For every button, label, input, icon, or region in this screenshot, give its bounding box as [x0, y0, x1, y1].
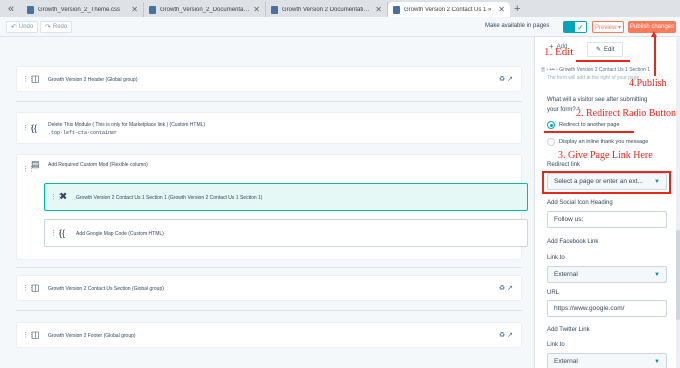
browser-tab[interactable]: Growth_Version_2_Theme.css ✕: [22, 2, 144, 17]
browser-tab[interactable]: Growth Version 2 Documentation ... ✕: [266, 2, 388, 17]
module-label: Add Required Custom Mod (Flexible column…: [48, 162, 148, 168]
url-value: https://www.google.com/: [554, 305, 625, 312]
annotation-underline: [544, 131, 634, 133]
facebook-link-label: Add Facebook Link: [547, 239, 599, 245]
redirect-radio-label: Redirect to another page: [559, 122, 620, 128]
redirect-link-label: Redirect link: [547, 162, 581, 168]
inline-message-radio-label: Display an inline thank you message: [559, 139, 649, 145]
editor-toolbar: ↶ Undo ↷ Redo Make available in pages ✓ …: [0, 17, 680, 37]
annotation-underline: [576, 60, 630, 62]
link-to-label: Link to: [547, 342, 565, 348]
module-label: Growth Version 2 Contact Us 1 Section 1 …: [76, 195, 263, 201]
annotation-page-link: 3. Give Page Link Here: [558, 150, 653, 161]
tab-title: Growth Version 2 Contact Us 1 »: [404, 6, 492, 13]
chevron-down-icon: ▼: [654, 358, 660, 365]
annotation-arrow-shaft: [654, 36, 656, 76]
divider: [16, 101, 522, 102]
redirect-radio[interactable]: [547, 121, 555, 129]
redo-label: Redo: [52, 24, 68, 30]
undo-icon: ↶: [11, 24, 17, 31]
tab-title: Growth Version 2 Documentation ...: [282, 6, 373, 13]
undo-button[interactable]: ↶ Undo: [6, 21, 39, 33]
undo-label: Undo: [18, 24, 34, 30]
toggle-on-segment: [564, 22, 575, 32]
tab-edit-label: Edit: [604, 46, 615, 53]
annotation-arrow-head-icon: ▲: [649, 29, 659, 40]
preview-button[interactable]: Preview ▾: [592, 21, 624, 33]
global-group-actions-icon[interactable]: ♻ ↗: [499, 284, 513, 292]
link-to-value: External: [554, 271, 578, 278]
facebook-url-input[interactable]: https://www.google.com/: [547, 300, 667, 317]
module-google-map[interactable]: ⋮⋮ {{ Add Google Map Code (Custom HTML): [44, 219, 528, 247]
module-label: Growth Version 2 Contact Us Section (Glo…: [48, 286, 164, 292]
link-to-value: External: [554, 358, 578, 365]
social-heading-input[interactable]: Follow us:: [547, 211, 667, 228]
module-sublabel: .top-left-cta-container: [48, 130, 118, 136]
module-footer[interactable]: ⋮⋮ ◫ Growth Version 2 Footer (Global gro…: [16, 322, 522, 348]
annotation-redirect: 2. Redirect Radio Button: [576, 108, 676, 119]
close-icon[interactable]: ✕: [375, 5, 382, 14]
redo-button[interactable]: ↷ Redo: [40, 21, 73, 33]
close-icon[interactable]: ✕: [498, 5, 505, 14]
browser-tab[interactable]: Growth_Version_2_Documentatio... ✕: [144, 2, 266, 17]
annotation-highlight-box: [542, 171, 671, 194]
close-icon[interactable]: ✕: [131, 5, 138, 14]
module-header[interactable]: ⋮⋮ ◫ Growth Version 2 Header (Global gro…: [16, 66, 522, 92]
module-label: Delete This Module ( This is only for Ma…: [48, 122, 206, 128]
panel-scrollbar-thumb[interactable]: [676, 230, 680, 320]
module-flexible-column[interactable]: ⋮⋮ ▤ Add Required Custom Mod (Flexible c…: [16, 154, 528, 260]
close-icon[interactable]: ✕: [253, 5, 260, 14]
facebook-link-to-select[interactable]: External ▼: [547, 266, 667, 283]
code-braces-icon: {{: [59, 228, 66, 238]
module-custom-html[interactable]: ⋮⋮ {{ Delete This Module ( This is only …: [16, 112, 522, 144]
availability-label: Make available in pages: [485, 23, 550, 29]
link-to-label: Link to: [547, 255, 565, 261]
columns-icon: ▤: [31, 159, 40, 169]
breadcrumb[interactable]: 🗏 › ••• › Growth Version 2 Contact Us 1 …: [541, 67, 679, 75]
social-heading-label: Add Social Icon Heading: [547, 200, 613, 206]
tab-list-icon[interactable]: «: [0, 0, 22, 17]
annotation-edit: 1. Edit: [544, 46, 574, 58]
browser-tab-active[interactable]: Growth Version 2 Contact Us 1 » ✕: [388, 2, 510, 17]
annotation-publish: 4.Publish: [629, 78, 667, 89]
layout-icon: ◫: [31, 329, 40, 340]
divider: [16, 310, 522, 311]
code-braces-icon: {{: [31, 123, 38, 133]
global-group-actions-icon[interactable]: ♻ ↗: [499, 331, 513, 339]
availability-toggle[interactable]: ✓: [563, 21, 587, 33]
global-group-actions-icon[interactable]: ♻ ↗: [499, 75, 513, 83]
chevron-down-icon: ▼: [654, 271, 660, 278]
browser-tab-bar: « Growth_Version_2_Theme.css ✕ Growth_Ve…: [0, 0, 680, 17]
tab-title: Growth_Version_2_Theme.css: [38, 6, 121, 13]
file-icon: [271, 5, 278, 14]
check-icon: ✓: [575, 22, 586, 32]
layout-icon: ◫: [31, 282, 40, 293]
layout-icon: ◫: [31, 73, 40, 84]
file-icon: [27, 5, 34, 14]
tools-icon: ✖: [59, 191, 68, 203]
divider: [16, 267, 522, 268]
module-contact-section-selected[interactable]: ⋮⋮ ✖ Growth Version 2 Contact Us 1 Secti…: [44, 183, 528, 211]
module-label: Growth Version 2 Footer (Global group): [48, 333, 136, 339]
redo-icon: ↷: [45, 24, 51, 31]
module-contact-us-section[interactable]: ⋮⋮ ◫ Growth Version 2 Contact Us Section…: [16, 275, 522, 301]
url-label: URL: [547, 290, 560, 296]
pencil-icon: ✎: [596, 47, 602, 53]
new-tab-button[interactable]: +: [514, 2, 520, 17]
tab-title: Growth_Version_2_Documentatio...: [160, 6, 251, 13]
file-icon: [149, 5, 156, 14]
tab-edit[interactable]: ✎ Edit: [587, 42, 624, 57]
module-label: Add Google Map Code (Custom HTML): [76, 231, 164, 237]
social-heading-value: Follow us:: [554, 216, 584, 223]
inline-message-radio[interactable]: [547, 138, 555, 146]
file-icon: [393, 5, 400, 14]
module-label: Growth Version 2 Header (Global group): [48, 77, 138, 83]
twitter-link-label: Add Twitter Link: [547, 327, 590, 333]
help-text: The form will add at the right of your p…: [547, 75, 640, 81]
twitter-link-to-select[interactable]: External ▼: [547, 353, 667, 368]
